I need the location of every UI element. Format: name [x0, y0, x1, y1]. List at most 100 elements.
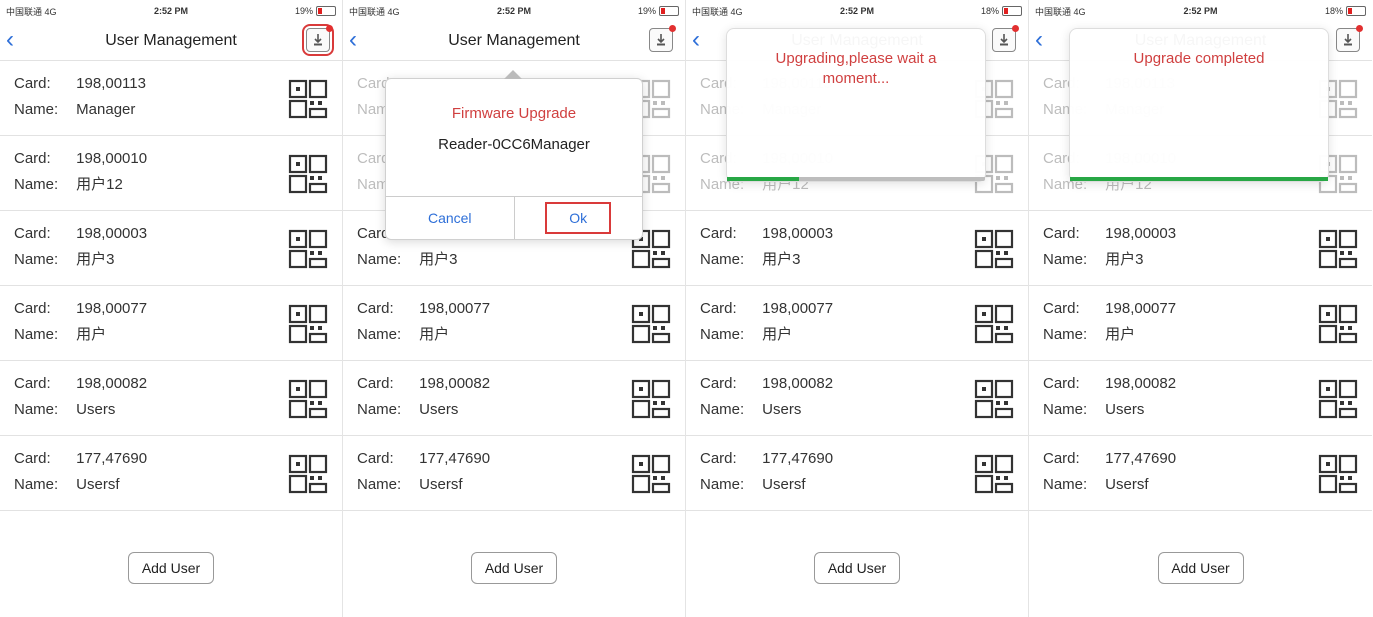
status-time: 2:52 PM [496, 6, 531, 16]
card-label: Card: [14, 375, 51, 392]
upgrade-progress-bar [727, 177, 985, 181]
name-value: Manager [76, 101, 136, 118]
list-item[interactable]: Card: 198,00082 Name: Users [0, 361, 342, 436]
card-line: Card: 198,00082 [700, 371, 1014, 397]
firmware-upgrade-icon[interactable] [1336, 25, 1363, 52]
name-label: Name: [1043, 251, 1088, 268]
chevron-left-icon[interactable]: ‹ [6, 26, 14, 54]
name-line: Name: Usersf [14, 472, 328, 498]
qr-code-icon[interactable] [288, 229, 328, 269]
card-line: Card: 198,00082 [14, 371, 328, 397]
name-value: 用户3 [419, 251, 458, 268]
firmware-upgrade-dialog: Firmware Upgrade Reader-0CC6Manager Canc… [385, 70, 643, 240]
card-value: 198,00003 [1105, 225, 1177, 242]
qr-code-icon[interactable] [974, 379, 1014, 419]
qr-code-icon[interactable] [1318, 379, 1358, 419]
add-user-button[interactable]: Add User [814, 552, 900, 584]
card-line: Card: 177,47690 [14, 446, 328, 472]
carrier-label: 中国联通 4G [692, 6, 743, 17]
list-item[interactable]: Card: 198,00003 Name: 用户3 [0, 211, 342, 286]
qr-code-icon[interactable] [631, 304, 671, 344]
card-label: Card: [700, 450, 737, 467]
progress-fill [1070, 177, 1328, 181]
list-item[interactable]: Card: 198,00082 Name: Users [1029, 361, 1372, 436]
list-item[interactable]: Card: 198,00077 Name: 用户 [686, 286, 1028, 361]
add-user-button[interactable]: Add User [1157, 552, 1244, 584]
qr-code-icon[interactable] [974, 304, 1014, 344]
chevron-left-icon[interactable]: ‹ [1035, 26, 1043, 54]
list-item[interactable]: Card: 198,00003 Name: 用户3 [1029, 211, 1372, 286]
name-value: 用户 [419, 326, 450, 343]
qr-code-icon[interactable] [1318, 304, 1358, 344]
name-line: Name: 用户3 [14, 247, 328, 273]
name-line: Name: Users [14, 397, 328, 423]
qr-code-icon[interactable] [288, 154, 328, 194]
firmware-upgrade-icon[interactable] [992, 25, 1019, 52]
name-label: Name: [700, 326, 745, 343]
list-item[interactable]: Card: 198,00003 Name: 用户3 [686, 211, 1028, 286]
name-label: Name: [1043, 401, 1088, 418]
list-item[interactable]: Card: 177,47690 Name: Usersf [1029, 436, 1372, 511]
battery-percent: 19% [294, 6, 313, 16]
qr-code-icon[interactable] [288, 454, 328, 494]
add-user-button[interactable]: Add User [128, 552, 214, 584]
status-time: 2:52 PM [153, 6, 188, 16]
card-label: Card: [14, 450, 51, 467]
firmware-upgrade-icon[interactable] [302, 24, 334, 56]
carrier-label: 中国联通 4G [6, 6, 57, 17]
name-line: Name: 用户3 [1043, 247, 1358, 273]
list-item[interactable]: Card: 198,00082 Name: Users [686, 361, 1028, 436]
add-user-button[interactable]: Add User [471, 552, 557, 584]
name-label: Name: [14, 326, 59, 343]
list-item[interactable]: Card: 177,47690 Name: Usersf [686, 436, 1028, 511]
qr-code-icon[interactable] [1318, 229, 1358, 269]
list-item[interactable]: Card: 198,00077 Name: 用户 [1029, 286, 1372, 361]
card-value: 177,47690 [762, 450, 834, 467]
status-bar: 中国联通 4G 2:52 PM 18% [686, 0, 1028, 22]
card-value: 177,47690 [419, 450, 491, 467]
card-line: Card: 198,00010 [14, 146, 328, 172]
firmware-upgrade-icon[interactable] [649, 25, 676, 52]
qr-code-icon[interactable] [288, 379, 328, 419]
qr-code-icon[interactable] [288, 79, 328, 119]
name-value: Usersf [1105, 476, 1149, 493]
qr-code-icon[interactable] [631, 379, 671, 419]
list-item[interactable]: Card: 198,00082 Name: Users [343, 361, 685, 436]
qr-code-icon[interactable] [288, 304, 328, 344]
user-list: Card: 198,00113 Name: Manager Card: 198,… [0, 61, 342, 511]
name-value: Users [1105, 401, 1145, 418]
chevron-left-icon[interactable]: ‹ [349, 26, 357, 54]
upgrading-toast: Upgrading,please wait a moment... [726, 28, 986, 182]
card-label: Card: [1043, 225, 1080, 242]
battery-icon [659, 6, 679, 16]
list-item[interactable]: Card: 198,00010 Name: 用户12 [0, 136, 342, 211]
qr-code-icon[interactable] [1318, 454, 1358, 494]
list-item[interactable]: Card: 198,00113 Name: Manager [0, 61, 342, 136]
completed-message: Upgrade completed [1133, 50, 1265, 67]
card-label: Card: [14, 300, 51, 317]
list-item[interactable]: Card: 177,47690 Name: Usersf [343, 436, 685, 511]
card-line: Card: 198,00113 [14, 71, 328, 97]
card-label: Card: [1043, 375, 1080, 392]
card-line: Card: 198,00077 [14, 296, 328, 322]
ok-button[interactable]: Ok [513, 197, 643, 239]
name-value: Users [76, 401, 116, 418]
qr-code-icon[interactable] [974, 229, 1014, 269]
chevron-left-icon[interactable]: ‹ [692, 26, 700, 54]
notification-dot [1012, 25, 1019, 32]
name-label: Name: [357, 401, 402, 418]
card-value: 198,00077 [1105, 300, 1177, 317]
qr-code-icon[interactable] [631, 454, 671, 494]
name-value: 用户3 [762, 251, 801, 268]
card-label: Card: [700, 225, 737, 242]
qr-code-icon[interactable] [974, 454, 1014, 494]
card-label: Card: [14, 150, 51, 167]
cancel-button[interactable]: Cancel [386, 197, 514, 239]
list-item[interactable]: Card: 198,00077 Name: 用户 [0, 286, 342, 361]
list-item[interactable]: Card: 198,00077 Name: 用户 [343, 286, 685, 361]
card-line: Card: 198,00003 [700, 221, 1014, 247]
name-value: 用户12 [76, 176, 123, 193]
battery-percent: 18% [1324, 6, 1343, 16]
battery-percent: 19% [637, 6, 656, 16]
list-item[interactable]: Card: 177,47690 Name: Usersf [0, 436, 342, 511]
